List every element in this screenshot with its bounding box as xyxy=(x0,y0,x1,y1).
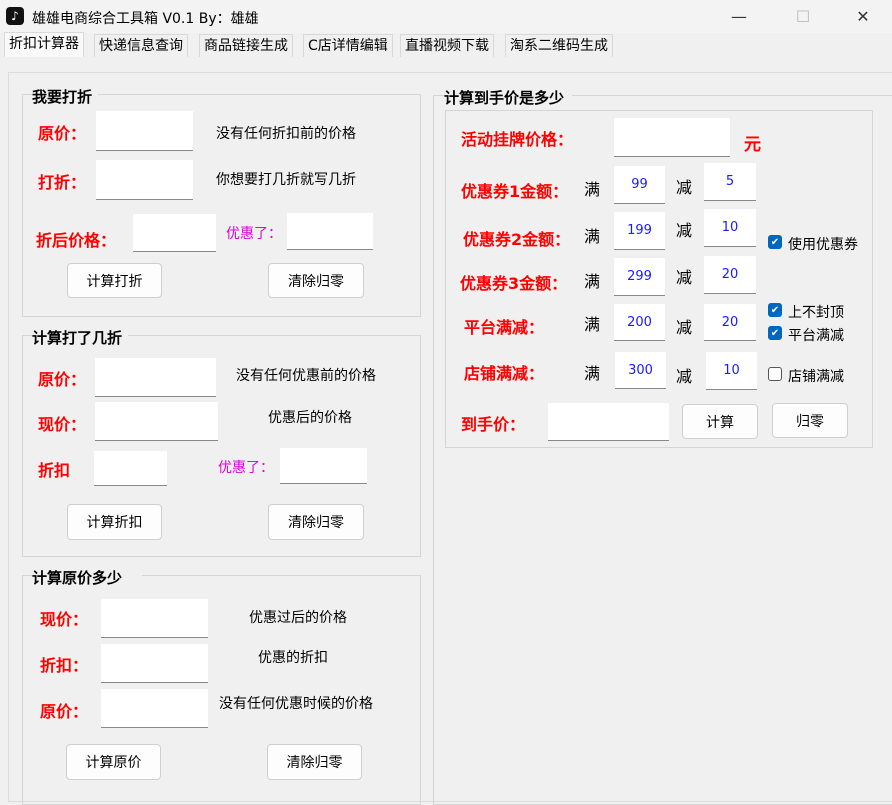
jian-label: 减 xyxy=(676,221,693,240)
tab-express-query[interactable]: 快递信息查询 xyxy=(94,34,188,57)
original-price-label: 原价： xyxy=(38,370,87,389)
clear-button[interactable]: 清除归零 xyxy=(268,504,364,540)
platform-discount-cb-label: 平台满减 xyxy=(788,328,844,344)
rate-input[interactable] xyxy=(94,451,167,486)
saved-label: 优惠了： xyxy=(218,460,274,476)
maximize-button[interactable]: ☐ xyxy=(780,0,826,33)
calc-rate-button[interactable]: 计算折扣 xyxy=(67,504,162,540)
app-icon: ♪ xyxy=(6,7,24,25)
jian-label: 减 xyxy=(676,318,693,337)
use-coupon-checkbox[interactable]: ✔ xyxy=(768,235,782,249)
rate-input[interactable] xyxy=(101,644,208,683)
discount-group-title: 我要打折 xyxy=(32,86,98,107)
coupon3-label: 优惠券3金额： xyxy=(460,274,568,293)
calc-original-button[interactable]: 计算原价 xyxy=(66,744,161,780)
tab-product-link[interactable]: 商品链接生成 xyxy=(199,34,293,57)
man-label: 满 xyxy=(584,272,601,291)
platform-discount-checkbox[interactable]: ✔ xyxy=(768,326,782,340)
rate-group-title: 计算打了几折 xyxy=(32,327,128,348)
man-label: 满 xyxy=(584,315,601,334)
use-coupon-label: 使用优惠券 xyxy=(788,237,858,253)
rate-hint: 优惠的折扣 xyxy=(258,650,328,666)
saved-input[interactable] xyxy=(287,213,373,250)
discount-hint: 你想要打几折就写几折 xyxy=(216,172,356,188)
tab-discount-calculator[interactable]: 折扣计算器 xyxy=(4,32,84,57)
shop-discount-label: 店铺满减： xyxy=(464,364,545,383)
current-price-input[interactable] xyxy=(101,599,208,638)
window-title: 雄雄电商综合工具箱 V0.1 By：雄雄 xyxy=(32,11,259,27)
shop-off-input[interactable] xyxy=(706,352,757,390)
original-price-input[interactable] xyxy=(101,689,208,728)
no-cap-label: 上不封顶 xyxy=(788,305,844,321)
coupon1-label: 优惠券1金额： xyxy=(461,182,569,201)
coupon3-threshold-input[interactable] xyxy=(614,258,665,296)
tab-c-shop-detail[interactable]: C店详情编辑 xyxy=(303,34,393,57)
discount-label: 打折： xyxy=(38,173,87,192)
saved-input[interactable] xyxy=(280,448,367,484)
coupon2-label: 优惠券2金额： xyxy=(463,230,571,249)
calculate-button[interactable]: 计算 xyxy=(682,404,758,439)
discounted-price-label: 折后价格： xyxy=(36,231,117,250)
final-price-group-title: 计算到手价是多少 xyxy=(444,87,572,108)
tab-qrcode[interactable]: 淘系二维码生成 xyxy=(505,34,613,57)
tab-live-video-download[interactable]: 直播视频下载 xyxy=(400,34,494,57)
shop-discount-cb-label: 店铺满减 xyxy=(788,369,844,385)
current-price-hint: 优惠后的价格 xyxy=(268,410,352,426)
coupon3-off-input[interactable] xyxy=(704,256,756,294)
rate-label: 折扣： xyxy=(40,656,89,675)
original-price-label: 原价： xyxy=(40,702,89,721)
coupon2-threshold-input[interactable] xyxy=(614,212,665,250)
no-cap-checkbox[interactable]: ✔ xyxy=(768,303,782,317)
shop-threshold-input[interactable] xyxy=(615,352,666,389)
man-label: 满 xyxy=(584,180,601,199)
current-price-label: 现价： xyxy=(38,415,87,434)
jian-label: 减 xyxy=(676,268,693,287)
original-group-title: 计算原价多少 xyxy=(32,567,142,588)
original-price-hint: 没有任何优惠时候的价格 xyxy=(219,696,373,712)
coupon1-off-input[interactable] xyxy=(704,163,756,201)
jian-label: 减 xyxy=(676,178,693,197)
discounted-price-input[interactable] xyxy=(133,214,216,252)
original-price-hint: 没有任何折扣前的价格 xyxy=(216,126,356,142)
minimize-button[interactable]: — xyxy=(716,0,762,33)
list-price-label: 活动挂牌价格： xyxy=(461,130,574,149)
original-price-label: 原价： xyxy=(38,124,87,143)
current-price-input[interactable] xyxy=(95,402,218,441)
final-price-input[interactable] xyxy=(548,403,669,441)
platform-discount-label: 平台满减： xyxy=(464,318,545,337)
close-button[interactable]: ✕ xyxy=(840,0,886,33)
shop-discount-checkbox[interactable] xyxy=(768,367,782,381)
man-label: 满 xyxy=(584,364,601,383)
calc-discount-button[interactable]: 计算打折 xyxy=(67,263,162,298)
saved-label: 优惠了： xyxy=(226,226,282,242)
coupon1-threshold-input[interactable] xyxy=(614,166,665,204)
reset-button[interactable]: 归零 xyxy=(772,403,848,438)
platform-off-input[interactable] xyxy=(704,304,756,341)
coupon2-off-input[interactable] xyxy=(704,209,756,247)
original-price-input[interactable] xyxy=(96,111,193,151)
yuan-label: 元 xyxy=(744,135,761,155)
original-price-hint: 没有任何优惠前的价格 xyxy=(236,368,376,384)
man-label: 满 xyxy=(584,227,601,246)
list-price-input[interactable] xyxy=(614,118,730,157)
final-price-label: 到手价： xyxy=(461,415,526,434)
platform-threshold-input[interactable] xyxy=(614,304,665,341)
jian-label: 减 xyxy=(676,367,693,386)
rate-label: 折扣 xyxy=(38,461,71,480)
current-price-label: 现价： xyxy=(40,610,89,629)
clear-button[interactable]: 清除归零 xyxy=(267,744,362,780)
clear-button[interactable]: 清除归零 xyxy=(268,263,364,298)
original-price-input[interactable] xyxy=(95,358,216,397)
discount-input[interactable] xyxy=(96,160,193,200)
current-price-hint: 优惠过后的价格 xyxy=(249,610,347,626)
